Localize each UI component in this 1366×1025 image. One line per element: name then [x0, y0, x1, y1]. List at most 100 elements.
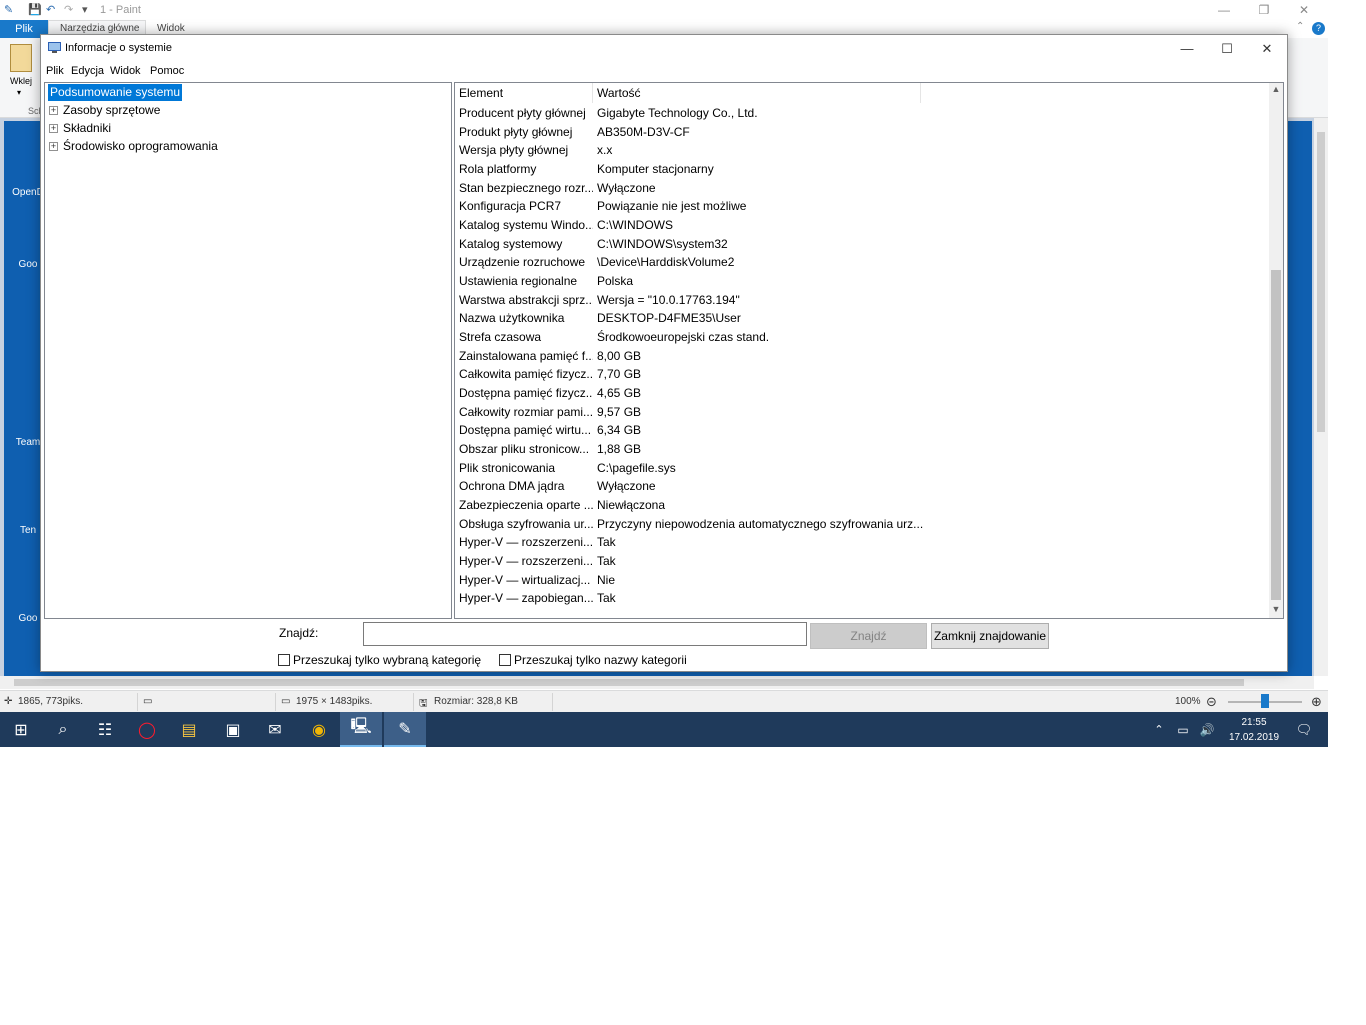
paint-horizontal-scrollbar[interactable] — [0, 676, 1314, 689]
category-tree[interactable]: Podsumowanie systemu + Zasoby sprzętowe … — [44, 82, 452, 619]
close-find-button[interactable]: Zamknij znajdowanie — [931, 623, 1049, 649]
scrollbar-thumb[interactable] — [14, 679, 1244, 686]
find-button[interactable]: Znajdź — [810, 623, 927, 649]
checkbox-label[interactable]: Przeszukaj tylko wybraną kategorię — [293, 653, 481, 667]
menu-edit[interactable]: Edycja — [71, 65, 104, 77]
paste-label[interactable]: Wklej — [10, 76, 32, 86]
collapse-ribbon-icon[interactable]: ⌃ — [1296, 21, 1304, 32]
opera-icon[interactable]: ◯ — [126, 712, 168, 747]
redo-icon[interactable]: ↷ — [64, 3, 73, 16]
save-icon[interactable]: 💾 — [28, 3, 42, 16]
menu-view[interactable]: Widok — [110, 65, 141, 77]
scroll-down-icon[interactable]: ▼ — [1269, 604, 1283, 614]
scrollbar-thumb[interactable] — [1317, 132, 1325, 432]
table-row[interactable]: Katalog systemowy C:\WINDOWS\system32 — [455, 235, 1267, 254]
table-row[interactable]: Zainstalowana pamięć f... 8,00 GB — [455, 347, 1267, 366]
row-value: \Device\HarddiskVolume2 — [597, 255, 735, 270]
expand-icon[interactable]: + — [49, 124, 58, 133]
table-row[interactable]: Stan bezpiecznego rozr... Wyłączone — [455, 179, 1267, 198]
paint-vertical-scrollbar[interactable] — [1314, 118, 1328, 676]
row-value: AB350M-D3V-CF — [597, 124, 690, 139]
tab-view[interactable]: Widok — [157, 23, 185, 34]
system-info-icon[interactable]: 🖳 — [340, 712, 382, 747]
show-hidden-icons-icon[interactable]: ⌃ — [1150, 712, 1168, 747]
scroll-up-icon[interactable]: ▲ — [1269, 84, 1283, 94]
start-icon[interactable]: ⊞ — [0, 712, 42, 747]
expand-icon[interactable]: + — [49, 106, 58, 115]
table-row[interactable]: Obszar pliku stronicow... 1,88 GB — [455, 440, 1267, 459]
paint-icon[interactable]: ✎ — [384, 712, 426, 747]
paint-minimize-button[interactable]: — — [1204, 0, 1244, 20]
file-explorer-icon[interactable]: ▤ — [168, 712, 210, 747]
table-row[interactable]: Obsługa szyfrowania ur... Przyczyny niepo… — [455, 515, 1267, 534]
table-row[interactable]: Ustawienia regionalne Polska — [455, 272, 1267, 291]
checkbox-icon[interactable] — [278, 654, 290, 666]
close-button[interactable]: ✕ — [1247, 35, 1287, 63]
table-row[interactable]: Całkowity rozmiar pami... 9,57 GB — [455, 403, 1267, 422]
search-selected-category-checkbox[interactable]: Przeszukaj tylko wybraną kategorię — [278, 654, 481, 667]
table-row[interactable]: Wersja płyty głównej x.x — [455, 141, 1267, 160]
paint-maximize-button[interactable]: ❐ — [1244, 0, 1284, 20]
zoom-slider-thumb[interactable] — [1261, 694, 1269, 708]
mail-icon[interactable]: ✉ — [254, 712, 296, 747]
scrollbar-thumb[interactable] — [1271, 270, 1281, 600]
row-element: Hyper-V — rozszerzeni... — [459, 535, 593, 550]
table-row[interactable]: Hyper-V — zapobiegan... Tak — [455, 589, 1267, 608]
action-center-icon[interactable]: 🗨 — [1284, 712, 1324, 747]
tree-item-label[interactable]: Zasoby sprzętowe — [61, 102, 162, 119]
table-row[interactable]: Konfiguracja PCR7 Powiązanie nie jest moż… — [455, 197, 1267, 216]
maximize-button[interactable]: ☐ — [1207, 35, 1247, 63]
checkbox-label[interactable]: Przeszukaj tylko nazwy kategorii — [514, 653, 687, 667]
tree-item-label[interactable]: Podsumowanie systemu — [48, 84, 183, 101]
menu-file[interactable]: Plik — [46, 65, 64, 77]
table-row[interactable]: Hyper-V — wirtualizacj... Nie — [455, 571, 1267, 590]
table-row[interactable]: Katalog systemu Windo... C:\WINDOWS — [455, 216, 1267, 235]
search-icon[interactable]: ⌕ — [42, 712, 84, 747]
column-header-element[interactable]: Element — [455, 83, 593, 103]
table-row[interactable]: Hyper-V — rozszerzeni... Tak — [455, 552, 1267, 571]
table-row[interactable]: Całkowita pamięć fizycz... 7,70 GB — [455, 365, 1267, 384]
find-input[interactable] — [363, 622, 807, 646]
table-row[interactable]: Dostępna pamięć fizycz... 4,65 GB — [455, 384, 1267, 403]
table-row[interactable]: Producent płyty głównej Gigabyte Technolo… — [455, 104, 1267, 123]
minimize-button[interactable]: — — [1167, 35, 1207, 63]
table-row[interactable]: Warstwa abstrakcji sprz... Wersja = "10.0… — [455, 291, 1267, 310]
table-row[interactable]: Strefa czasowa Środkowoeuropejski czas st… — [455, 328, 1267, 347]
details-list[interactable]: Element Wartość Producent płyty głównej G… — [454, 82, 1284, 619]
paint-close-button[interactable]: ✕ — [1284, 0, 1324, 20]
expand-icon[interactable]: + — [49, 142, 58, 151]
network-icon[interactable]: ▭ — [1172, 712, 1194, 747]
tree-item-label[interactable]: Składniki — [61, 120, 113, 137]
table-row[interactable]: Produkt płyty głównej AB350M-D3V-CF — [455, 123, 1267, 142]
zoom-in-icon[interactable]: ⊕ — [1311, 694, 1322, 710]
store-icon[interactable]: ▣ — [212, 712, 254, 747]
task-view-icon[interactable]: ☷ — [84, 712, 126, 747]
row-value: Wyłączone — [597, 180, 656, 195]
checkbox-icon[interactable] — [499, 654, 511, 666]
table-row[interactable]: Rola platformy Komputer stacjonarny — [455, 160, 1267, 179]
table-row[interactable]: Hyper-V — rozszerzeni... Tak — [455, 533, 1267, 552]
tree-item-label[interactable]: Środowisko oprogramowania — [61, 138, 220, 155]
zoom-out-icon[interactable]: ⊝ — [1206, 694, 1217, 710]
table-row[interactable]: Urządzenie rozruchowe \Device\HarddiskVol… — [455, 253, 1267, 272]
row-value: 4,65 GB — [597, 386, 642, 401]
paste-dropdown-icon[interactable]: ▾ — [17, 88, 21, 97]
undo-icon[interactable]: ↶ — [46, 3, 55, 16]
column-header-value[interactable]: Wartość — [593, 83, 921, 103]
search-category-names-checkbox[interactable]: Przeszukaj tylko nazwy kategorii — [499, 654, 687, 667]
volume-icon[interactable]: 🔊 — [1196, 712, 1218, 747]
tab-home[interactable]: Narzędzia główne — [60, 23, 140, 34]
list-vertical-scrollbar[interactable]: ▲ ▼ — [1269, 83, 1283, 618]
table-row[interactable]: Nazwa użytkownika DESKTOP-D4FME35\User — [455, 309, 1267, 328]
table-row[interactable]: Dostępna pamięć wirtu... 6,34 GB — [455, 421, 1267, 440]
menu-help[interactable]: Pomoc — [150, 65, 184, 77]
row-value: Nie — [597, 572, 616, 587]
help-icon[interactable]: ? — [1312, 22, 1325, 35]
chrome-icon[interactable]: ◉ — [298, 712, 340, 747]
customize-quick-access-icon[interactable]: ▾ — [82, 3, 88, 16]
table-row[interactable]: Ochrona DMA jądra Wyłączone — [455, 477, 1267, 496]
table-row[interactable]: Zabezpieczenia oparte ... Niewłączona — [455, 496, 1267, 515]
clock[interactable]: 21:55 17.02.2019 — [1226, 715, 1282, 745]
table-row[interactable]: Plik stronicowania C:\pagefile.sys — [455, 459, 1267, 478]
paste-icon[interactable] — [10, 44, 32, 72]
